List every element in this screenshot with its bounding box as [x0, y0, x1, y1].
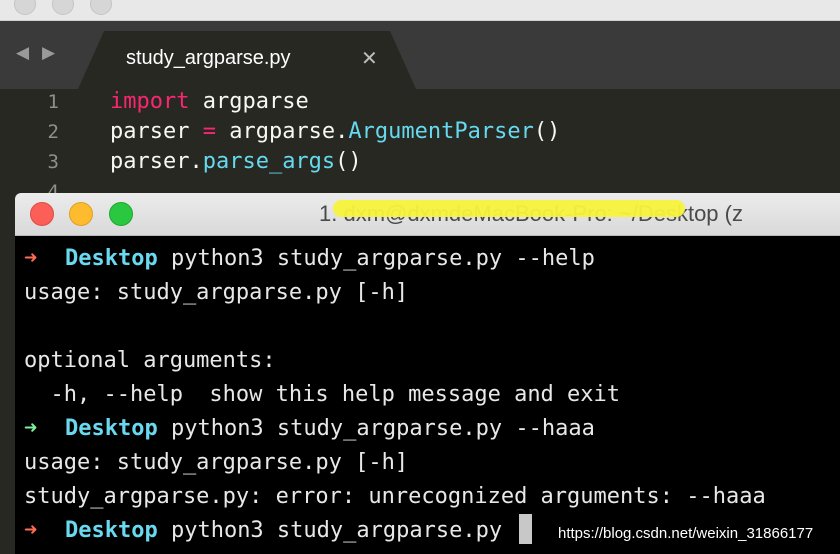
- prompt-command: python3 study_argparse.py --haaa: [157, 416, 595, 441]
- tab-study-argparse[interactable]: study_argparse.py ✕: [78, 31, 416, 89]
- prompt-directory: Desktop: [65, 416, 158, 441]
- forward-arrow-icon[interactable]: ▶: [42, 43, 55, 63]
- prompt-line: ➜ Desktop python3 study_argparse.py --haa…: [24, 412, 840, 446]
- output-line: study_argparse.py: error: unrecognized a…: [24, 484, 766, 509]
- code-token: parser: [110, 119, 203, 144]
- line-number: 1: [47, 91, 59, 113]
- terminal-window: 1. dxm@dxmdeMacBook-Pro: ~/Desktop (z ➜ D…: [15, 193, 840, 554]
- code-line: 1 import argparse: [0, 89, 840, 119]
- prompt-command: python3 study_argparse.py: [157, 518, 516, 543]
- tab-bar: ◀ ▶ study_argparse.py ✕: [0, 21, 840, 89]
- editor-minimize-button[interactable]: [52, 0, 74, 15]
- code-token: argparse.: [215, 119, 349, 144]
- editor-maximize-button[interactable]: [90, 0, 112, 15]
- terminal-close-button[interactable]: [30, 202, 54, 226]
- prompt-arrow-icon: ➜: [24, 246, 38, 271]
- terminal-titlebar: 1. dxm@dxmdeMacBook-Pro: ~/Desktop (z: [15, 193, 840, 236]
- prompt-command: python3 study_argparse.py --help: [157, 246, 595, 271]
- prompt-arrow-icon: ➜: [24, 518, 38, 543]
- prompt-line: ➜ Desktop python3 study_argparse.py --hel…: [24, 242, 840, 276]
- watermark-url: https://blog.csdn.net/weixin_31866177: [558, 525, 814, 542]
- code-area[interactable]: 1 import argparse 2 parser = argparse.Argum…: [0, 89, 840, 209]
- code-text: parser.parse_args(): [110, 149, 362, 174]
- output-line: -h, --help show this help message and ex…: [24, 382, 621, 407]
- code-token: parser.: [110, 149, 203, 174]
- code-token: ArgumentParser: [348, 119, 534, 144]
- code-line: 3 parser.parse_args(): [0, 149, 840, 179]
- code-token: import: [110, 89, 190, 114]
- tab-title: study_argparse.py: [126, 47, 291, 69]
- close-icon[interactable]: ✕: [361, 46, 378, 70]
- code-token: =: [202, 119, 216, 144]
- editor-titlebar: [0, 0, 840, 21]
- redaction-highlight: [333, 200, 685, 217]
- output-line: usage: study_argparse.py [-h]: [24, 450, 409, 475]
- terminal-maximize-button[interactable]: [109, 202, 133, 226]
- output-line: usage: study_argparse.py [-h]: [24, 280, 409, 305]
- code-text: import argparse: [110, 89, 309, 114]
- editor-close-button[interactable]: [14, 0, 36, 15]
- code-token: (): [335, 149, 362, 174]
- code-token: argparse: [189, 89, 309, 114]
- prompt-arrow-icon: ➜: [24, 416, 38, 441]
- line-number: 3: [47, 151, 59, 173]
- line-number: 2: [47, 121, 59, 143]
- prompt-directory: Desktop: [65, 518, 158, 543]
- output-line: optional arguments:: [24, 348, 276, 373]
- terminal-cursor: [519, 514, 533, 544]
- prompt-directory: Desktop: [65, 246, 158, 271]
- back-arrow-icon[interactable]: ◀: [16, 43, 29, 63]
- code-text: parser = argparse.ArgumentParser(): [110, 119, 560, 144]
- code-token: (): [533, 119, 561, 144]
- code-line: 2 parser = argparse.ArgumentParser(): [0, 119, 840, 149]
- terminal-minimize-button[interactable]: [69, 202, 93, 226]
- terminal-output[interactable]: ➜ Desktop python3 study_argparse.py --hel…: [24, 242, 840, 548]
- code-token: parse_args: [202, 149, 336, 174]
